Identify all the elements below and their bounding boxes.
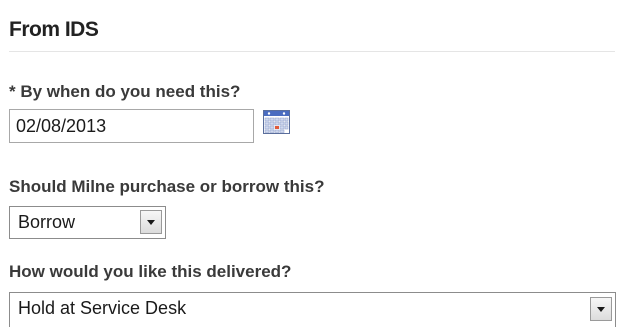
purchase-or-borrow-select[interactable]: Borrow — [9, 206, 166, 239]
purchase-or-borrow-value: Borrow — [18, 212, 76, 232]
chevron-down-icon[interactable] — [140, 210, 162, 234]
purchase-or-borrow-label: Should Milne purchase or borrow this? — [9, 177, 325, 196]
delivery-method-select[interactable]: Hold at Service Desk — [9, 292, 616, 327]
chevron-down-icon[interactable] — [590, 297, 612, 321]
delivery-method-value: Hold at Service Desk — [18, 298, 187, 318]
need-by-date-input[interactable] — [9, 109, 254, 143]
request-form: From IDS * By when do you need this? Sho… — [0, 0, 620, 327]
calendar-icon[interactable] — [263, 110, 290, 134]
need-by-date-label: * By when do you need this? — [9, 82, 241, 101]
section-divider — [9, 51, 615, 52]
section-title: From IDS — [9, 18, 99, 41]
delivery-method-label: How would you like this delivered? — [9, 262, 292, 281]
